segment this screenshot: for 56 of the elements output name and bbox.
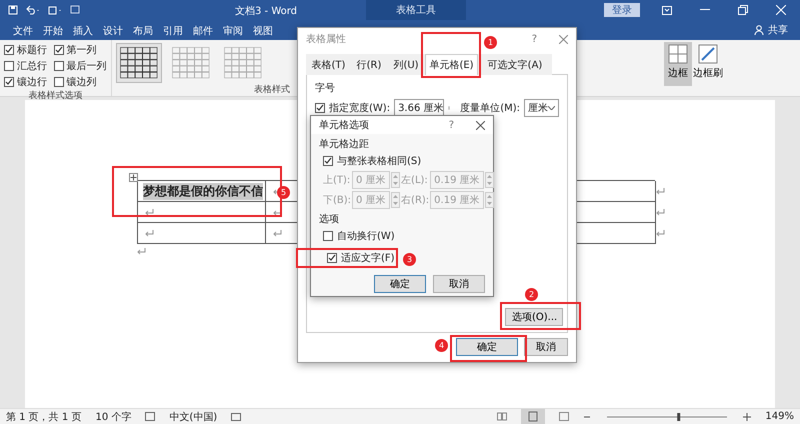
field-label: 度量单位(M): bbox=[460, 102, 520, 115]
checkbox-label: 适应文字(F) bbox=[341, 252, 395, 265]
ribbon-tab[interactable]: 邮件 bbox=[188, 22, 218, 40]
cancel-button[interactable]: 取消 bbox=[433, 275, 485, 293]
unit-dropdown[interactable]: 厘米 bbox=[524, 99, 559, 117]
checkbox-label: 最后一列 bbox=[66, 60, 106, 73]
section-label: 字号 bbox=[315, 82, 336, 95]
section-label: 选项 bbox=[319, 212, 340, 226]
help-button[interactable]: ? bbox=[532, 34, 537, 44]
ribbon-tab[interactable]: 插入 bbox=[68, 22, 98, 40]
checkbox-label: 标题行 bbox=[17, 44, 47, 57]
dialog-tab[interactable]: 行(R) bbox=[351, 54, 387, 75]
checkbox-label: 第一列 bbox=[66, 44, 96, 57]
ribbon-tab[interactable]: 引用 bbox=[158, 22, 188, 40]
checkbox-label: 镶边列 bbox=[66, 76, 96, 89]
checkbox-label: 汇总行 bbox=[17, 60, 47, 73]
cell-text: 梦想都是假的你信不信 bbox=[143, 182, 263, 200]
dialog-title: 单元格选项 bbox=[319, 118, 369, 132]
field-label: 左(L): bbox=[401, 174, 429, 187]
ribbon-tab[interactable]: 设计 bbox=[98, 22, 128, 40]
dialog-tab[interactable]: 可选文字(A) bbox=[478, 54, 552, 75]
dialog-tab[interactable]: 表格(T) bbox=[306, 54, 351, 75]
dialog-tab[interactable]: 列(U) bbox=[387, 54, 425, 75]
checkbox-label: 指定宽度(W): bbox=[329, 102, 390, 115]
window-title: 文档3 - Word bbox=[235, 4, 298, 18]
field-label: 右(R): bbox=[401, 194, 430, 207]
checkbox-label: 镶边行 bbox=[17, 76, 47, 89]
ribbon-tab[interactable]: 文件 bbox=[8, 22, 38, 40]
context-tab-label: 表格工具 bbox=[366, 0, 466, 20]
ribbon-tab[interactable]: 视图 bbox=[248, 22, 278, 40]
borders-button[interactable]: 边框刷 bbox=[694, 42, 722, 86]
section-label: 单元格边距 bbox=[319, 138, 370, 151]
language[interactable]: 中文(中国) bbox=[169, 410, 218, 424]
field-label: 上(T): bbox=[323, 174, 352, 187]
borders-button[interactable]: 边框 bbox=[664, 42, 692, 86]
ribbon-tab[interactable]: 布局 bbox=[128, 22, 158, 40]
ok-button[interactable]: 确定 bbox=[456, 338, 518, 356]
ribbon-tab[interactable]: 审阅 bbox=[218, 22, 248, 40]
help-button[interactable]: ? bbox=[448, 120, 454, 130]
ribbon-tab[interactable]: 开始 bbox=[38, 22, 68, 40]
cancel-button[interactable]: 取消 bbox=[524, 338, 568, 356]
ok-button[interactable]: 确定 bbox=[374, 275, 426, 293]
dialog-tab[interactable]: 单元格(E) bbox=[425, 54, 478, 75]
checkbox-label: 与整张表格相同(S) bbox=[337, 154, 422, 168]
zoom-level[interactable]: 149% bbox=[765, 411, 794, 422]
field-label: 下(B): bbox=[323, 194, 352, 207]
group-label: 表格样式选项 bbox=[28, 90, 84, 102]
sign-in-button[interactable]: 登录 bbox=[604, 3, 640, 17]
dialog-title: 表格属性 bbox=[306, 32, 346, 46]
page-count: 第 1 页，共 1 页 bbox=[6, 410, 82, 424]
step-number: 3 bbox=[403, 253, 416, 266]
checkbox-label: 自动换行(W) bbox=[337, 230, 395, 243]
word-count: 10 个字 bbox=[95, 410, 132, 424]
group-label: 表格样式 bbox=[254, 84, 290, 96]
share-button[interactable]: 共享 bbox=[768, 23, 788, 37]
options-button[interactable]: 选项(O)... bbox=[505, 308, 563, 326]
